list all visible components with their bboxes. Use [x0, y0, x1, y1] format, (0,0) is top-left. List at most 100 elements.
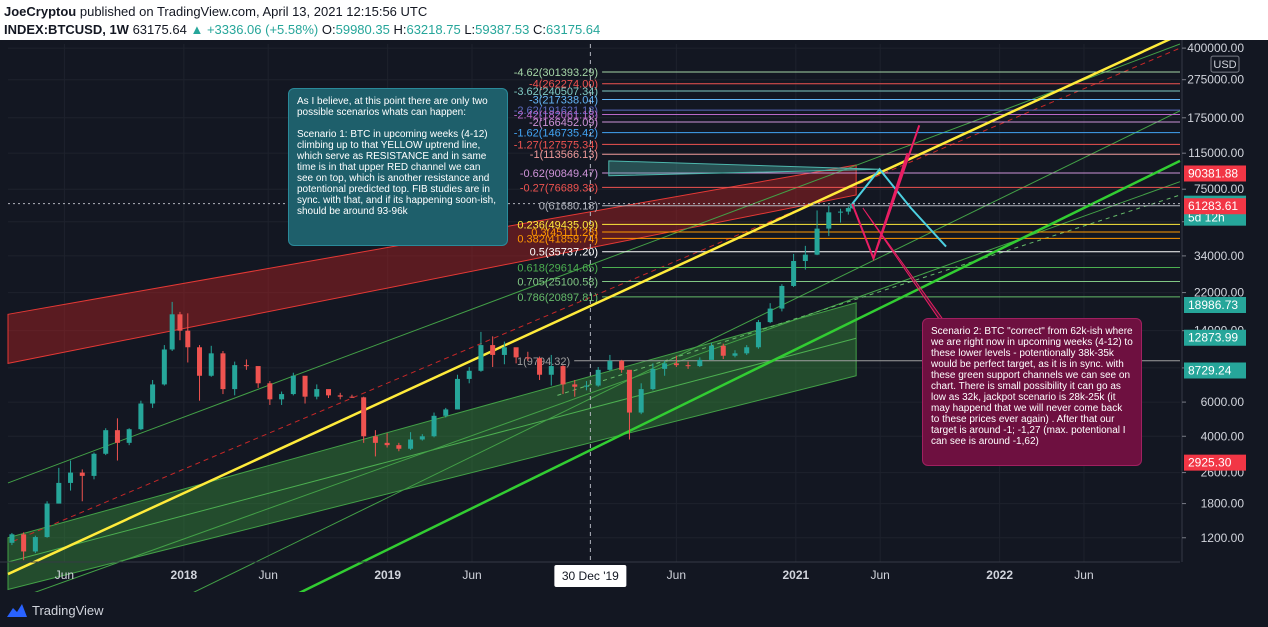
candle-body	[572, 384, 578, 387]
candle-body	[443, 409, 449, 416]
candle-body	[126, 429, 132, 443]
candle-body	[314, 389, 320, 397]
candle-body	[68, 472, 74, 483]
publish-info: JoeCryptou published on TradingView.com,…	[4, 4, 427, 19]
price-tick-label: 175000.00	[1187, 111, 1244, 125]
candle-body	[478, 345, 484, 371]
time-tick-label: Jun	[462, 568, 481, 582]
time-tick-label: Jun	[667, 568, 686, 582]
candle-body	[279, 394, 285, 400]
candle-body	[56, 482, 62, 504]
candle-body	[595, 369, 601, 386]
candle-body	[513, 347, 519, 358]
price-chart[interactable]: -4.62(301393.29)-4(262274.00)-3.62(24050…	[0, 40, 1268, 592]
candle-body	[685, 365, 691, 367]
fib-level-label: -0.27(76689.38)	[520, 182, 598, 194]
candle-body	[161, 349, 167, 385]
time-tick-label: 2018	[171, 568, 198, 582]
candle-body	[767, 308, 773, 323]
candle-body	[9, 534, 15, 543]
candle-body	[267, 383, 273, 400]
candle-body	[408, 439, 414, 449]
candle-body	[650, 368, 656, 390]
candle-body	[501, 347, 507, 355]
scenario-1-text: As I believe, at this point there are on…	[297, 96, 497, 217]
candle-body	[32, 537, 38, 552]
fib-level-label: 0(61680.18)	[539, 201, 598, 213]
tradingview-icon	[7, 604, 27, 617]
price-tag-label: 12873.99	[1188, 331, 1238, 345]
candle-body	[583, 385, 589, 387]
symbol-name[interactable]: INDEX:BTCUSD, 1W	[4, 22, 129, 37]
publisher-name[interactable]: JoeCryptou	[4, 4, 76, 19]
candle-body	[755, 322, 761, 348]
scenario-2-text: Scenario 2: BTC "correct" from 62k-ish w…	[931, 326, 1133, 447]
candle-body	[673, 363, 679, 366]
price-tick-label: 6000.00	[1201, 395, 1245, 409]
last-price: 63175.64	[132, 22, 187, 37]
candle-body	[349, 396, 355, 398]
tradingview-logo[interactable]: TradingView	[6, 602, 104, 618]
candle-body	[826, 212, 832, 229]
candle-body	[384, 442, 390, 446]
candle-body	[619, 360, 625, 370]
candle-body	[697, 359, 703, 367]
candle-body	[431, 415, 437, 437]
candle-body	[138, 403, 144, 430]
fib-level-label: -4.62(301393.29)	[514, 67, 598, 79]
chart-header: JoeCryptou published on TradingView.com,…	[0, 0, 1268, 40]
candle-body	[779, 285, 785, 309]
fib-level-label: -1(113566.13)	[530, 149, 598, 161]
candle-body	[197, 347, 203, 376]
candle-body	[802, 254, 808, 262]
price-tick-label: 1200.00	[1201, 531, 1245, 545]
candle-body	[372, 436, 378, 443]
fib-level-label: -1.62(146735.42)	[514, 128, 598, 140]
candle-body	[21, 534, 27, 552]
time-tick-label: Jun	[870, 568, 889, 582]
high-label: H:	[393, 22, 407, 37]
candle-body	[638, 389, 644, 413]
candle-body	[732, 353, 738, 356]
scenario-2-note[interactable]: Scenario 2: BTC "correct" from 62k-ish w…	[922, 318, 1142, 466]
crosshair-date-label: 30 Dec '19	[562, 569, 619, 583]
price-tick-label: 75000.00	[1194, 182, 1244, 196]
candle-body	[454, 378, 460, 410]
candle-body	[709, 345, 715, 360]
candle-body	[243, 365, 249, 367]
price-tick-label: 400000.00	[1187, 41, 1244, 55]
fib-level-label: 0.382(41859.74)	[517, 233, 598, 245]
candle-body	[548, 366, 554, 375]
price-tag-label: 2925.30	[1188, 456, 1232, 470]
candle-body	[150, 384, 156, 404]
triangle-up-icon: ▲	[190, 22, 204, 37]
candle-body	[490, 345, 496, 355]
symbol-line: INDEX:BTCUSD, 1W 63175.64 ▲ +3336.06 (+5…	[4, 22, 600, 37]
price-tick-label: 4000.00	[1201, 429, 1245, 443]
fib-level-label: 0.705(25100.58)	[517, 276, 598, 288]
close-label: C:	[533, 22, 547, 37]
tradingview-brand: TradingView	[32, 602, 104, 618]
price-tick-label: 115000.00	[1188, 146, 1244, 160]
candle-body	[290, 375, 296, 395]
candle-body	[525, 357, 531, 359]
price-tick-label: 34000.00	[1194, 249, 1244, 263]
price-tag-label: 8729.24	[1188, 363, 1232, 377]
candle-body	[255, 366, 261, 384]
candle-body	[232, 365, 238, 390]
candle-body	[208, 353, 214, 376]
footer: TradingView	[0, 592, 1268, 627]
scenario-1-note[interactable]: As I believe, at this point there are on…	[288, 88, 508, 246]
low-label: L:	[464, 22, 476, 37]
time-tick-label: 2021	[782, 568, 809, 582]
price-tick-label: 275000.00	[1187, 73, 1244, 87]
price-tag-label: 18986.73	[1188, 298, 1238, 312]
fib-level-label: -0.62(90849.47)	[520, 168, 598, 180]
time-tick-label: 2022	[986, 568, 1013, 582]
candle-body	[814, 228, 820, 255]
candle-body	[466, 370, 472, 379]
candle-body	[79, 472, 85, 476]
candle-body	[44, 503, 50, 538]
time-tick-label: Jun	[259, 568, 278, 582]
candle-body	[607, 360, 613, 370]
